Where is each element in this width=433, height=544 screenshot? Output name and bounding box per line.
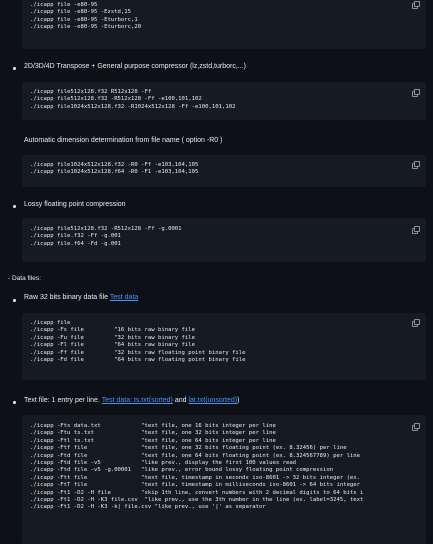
test-data-link[interactable]: Test data — [110, 294, 138, 301]
list-item-transpose: 2D/3D/4D Transpose + General purpose com… — [24, 63, 246, 70]
data-files-heading: - Data files: — [8, 275, 41, 282]
copy-icon[interactable] — [412, 423, 420, 431]
code-text: ./icapp file ./icapp -Fs file "16 bits ra… — [30, 320, 246, 364]
copy-icon[interactable] — [412, 226, 420, 234]
text-file-text: Text file: 1 entry per line. — [24, 397, 102, 404]
code-text: ./icapp -Fts data.txt "text file, one 16… — [30, 423, 364, 511]
ts-txt-link[interactable]: Test data: ts.txt(sorted) — [102, 397, 173, 404]
list-bullet — [13, 67, 16, 70]
code-block-e80: ./icapp file -e80-95 ./icapp file -e80-95… — [22, 0, 426, 49]
code-block-raw: ./icapp file ./icapp -Fs file "16 bits ra… — [22, 313, 426, 380]
copy-icon[interactable] — [412, 319, 420, 327]
list-item-lossy: Lossy floating point compression — [24, 201, 126, 208]
list-bullet — [13, 205, 16, 208]
copy-icon[interactable] — [412, 1, 420, 9]
code-text: ./icapp file -e80-95 ./icapp file -e80-95… — [30, 2, 142, 31]
list-bullet — [13, 401, 16, 404]
lat-txt-link[interactable]: lat.txt(unsorted) — [188, 397, 237, 404]
code-block-transpose: ./icapp file512x128.f32 R512x128 -Ff ./ic… — [22, 82, 426, 120]
separator-text: and — [172, 397, 189, 404]
code-text: ./icapp file512x128.f32 -R512x128 -Ff -g… — [30, 226, 182, 247]
paren-close: ) — [237, 397, 240, 404]
copy-icon[interactable] — [412, 89, 420, 97]
code-text: ./icapp file512x128.f32 R512x128 -Ff ./ic… — [30, 89, 236, 110]
copy-icon[interactable] — [412, 161, 420, 169]
code-block-lossy: ./icapp file512x128.f32 -R512x128 -Ff -g… — [22, 218, 426, 262]
list-bullet — [13, 299, 16, 302]
auto-dimension-text: Automatic dimension determination from f… — [24, 137, 223, 144]
raw-text: Raw 32 bits binary data file — [24, 294, 110, 301]
list-item-text-file: Text file: 1 entry per line. Test data: … — [24, 397, 239, 404]
code-block-text-file: ./icapp -Fts data.txt "text file, one 16… — [22, 415, 426, 544]
code-block-auto-dimension: ./icapp file1024x512x128.f32 -R0 -Ff -e1… — [22, 155, 426, 187]
code-text: ./icapp file1024x512x128.f32 -R0 -Ff -e1… — [30, 162, 199, 176]
list-item-raw: Raw 32 bits binary data file Test data — [24, 294, 138, 301]
